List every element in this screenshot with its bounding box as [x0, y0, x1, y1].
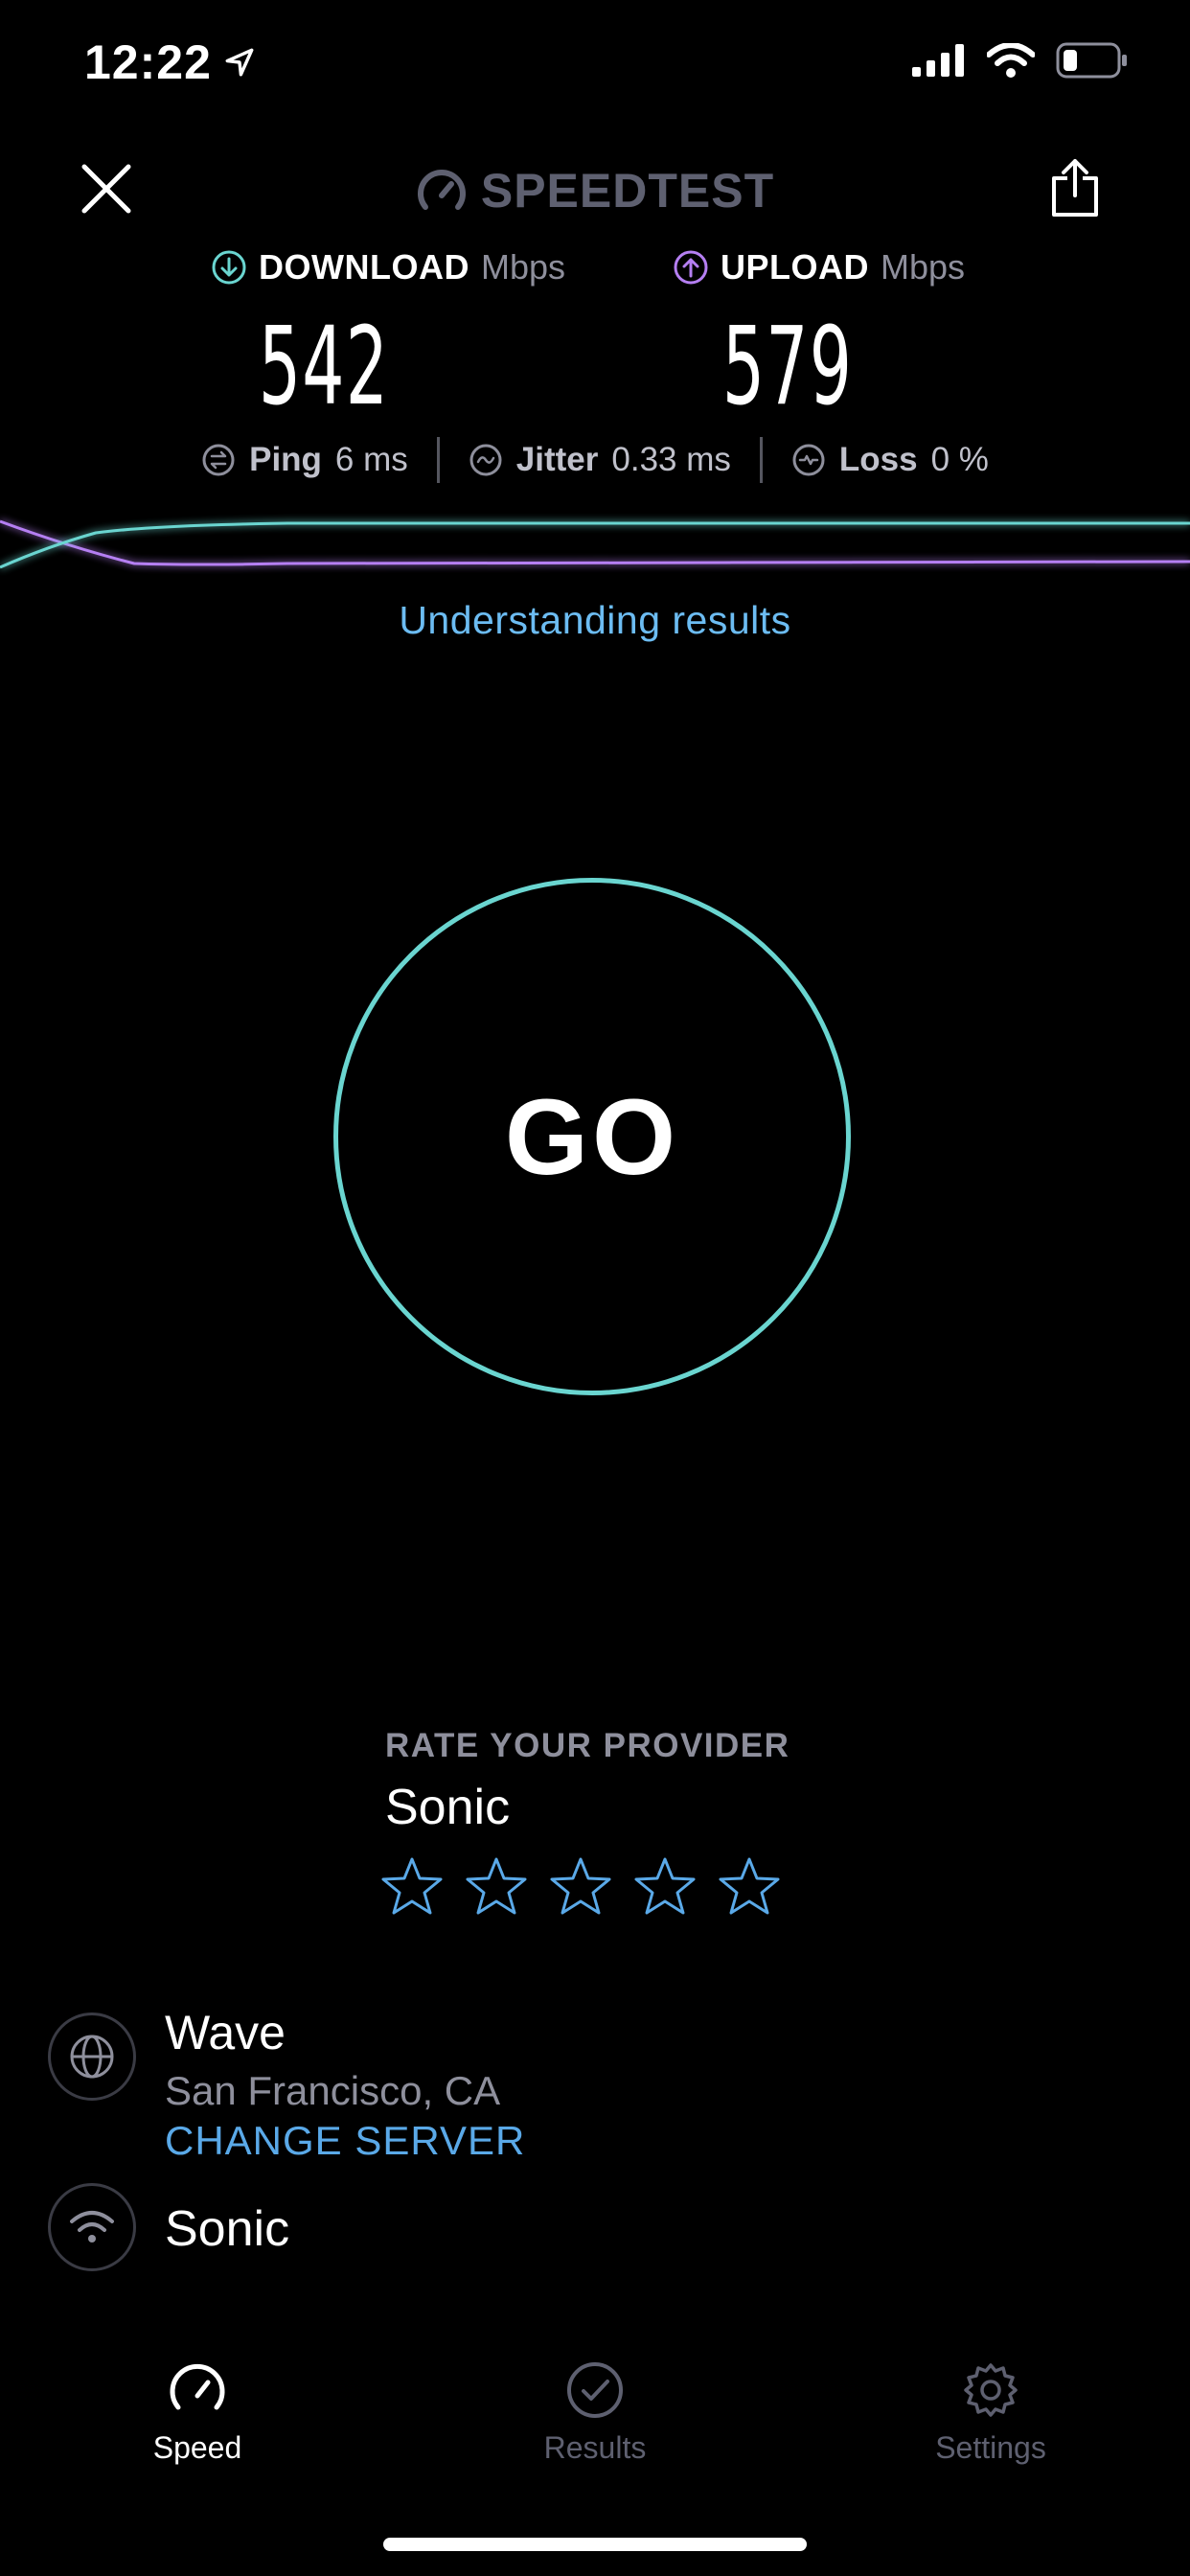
- jitter-icon: [469, 444, 502, 476]
- upload-graph-line: [0, 519, 1190, 566]
- ping-label: Ping: [249, 441, 322, 478]
- star-icon[interactable]: [466, 1855, 527, 1917]
- wifi-icon: [987, 43, 1035, 78]
- ping-stat: Ping 6 ms: [201, 441, 408, 479]
- loss-value: 0 %: [930, 441, 989, 478]
- server-name: Wave: [165, 2006, 286, 2059]
- upload-label: UPLOAD: [721, 247, 869, 287]
- status-time: 12:22: [84, 34, 256, 90]
- change-server-link[interactable]: CHANGE SERVER: [165, 2118, 525, 2164]
- ping-value: 6 ms: [334, 441, 408, 478]
- isp-name: Sonic: [165, 2201, 290, 2257]
- server-globe-badge: [48, 2012, 136, 2101]
- stats-divider: [759, 437, 763, 483]
- share-button[interactable]: [1048, 157, 1102, 218]
- stats-row: Ping 6 ms Jitter 0.33 ms Loss 0 %: [0, 437, 1190, 483]
- tab-results[interactable]: Results: [480, 2359, 710, 2466]
- go-label: GO: [504, 1076, 680, 1197]
- upload-header: UPLOAD Mbps: [673, 247, 965, 288]
- rate-provider-name: Sonic: [385, 1780, 511, 1835]
- checkmark-circle-icon: [567, 2362, 623, 2418]
- download-value: 542: [258, 305, 390, 429]
- wifi-icon: [70, 2211, 114, 2242]
- isp-wifi-badge: [48, 2183, 136, 2271]
- download-arrow-icon: [212, 250, 246, 285]
- tab-speed-label: Speed: [152, 2430, 242, 2465]
- speed-graph: [0, 519, 1190, 569]
- loss-icon: [792, 444, 825, 476]
- jitter-stat: Jitter 0.33 ms: [469, 441, 731, 479]
- tab-speed[interactable]: Speed: [82, 2359, 312, 2466]
- speedometer-logo-icon: [417, 170, 466, 210]
- stats-divider: [436, 437, 440, 483]
- tab-results-label: Results: [543, 2430, 647, 2465]
- star-icon[interactable]: [719, 1855, 780, 1917]
- download-label: DOWNLOAD: [259, 247, 469, 287]
- home-indicator[interactable]: [383, 2538, 807, 2551]
- tab-settings[interactable]: Settings: [876, 2359, 1106, 2466]
- loss-label: Loss: [838, 441, 918, 478]
- upload-arrow-icon: [674, 250, 708, 285]
- upload-unit: Mbps: [881, 247, 966, 287]
- status-time-label: 12:22: [84, 35, 212, 89]
- star-icon[interactable]: [381, 1855, 443, 1917]
- speedtest-logo: SPEEDTEST: [0, 163, 1190, 218]
- share-icon: [1052, 159, 1098, 217]
- jitter-label: Jitter: [515, 441, 599, 478]
- gear-icon: [964, 2363, 1018, 2417]
- speedometer-icon: [170, 2363, 225, 2410]
- brand-name: SPEEDTEST: [480, 164, 775, 218]
- ping-icon: [202, 444, 235, 476]
- understanding-results-link[interactable]: Understanding results: [0, 598, 1190, 643]
- download-unit: Mbps: [480, 247, 565, 287]
- star-icon[interactable]: [550, 1855, 611, 1917]
- star-icon[interactable]: [634, 1855, 696, 1917]
- server-location: San Francisco, CA: [165, 2068, 501, 2113]
- cellular-signal-icon: [912, 44, 964, 77]
- upload-value: 579: [721, 305, 854, 429]
- jitter-value: 0.33 ms: [611, 441, 731, 478]
- globe-icon: [70, 2035, 114, 2079]
- go-button[interactable]: GO: [333, 878, 851, 1395]
- tab-settings-label: Settings: [935, 2430, 1046, 2465]
- battery-icon: [1056, 42, 1127, 79]
- loss-stat: Loss 0 %: [791, 441, 989, 479]
- status-icons: [912, 42, 1129, 79]
- location-arrow-icon: [225, 48, 254, 77]
- rate-provider-title: RATE YOUR PROVIDER: [385, 1727, 790, 1764]
- download-header: DOWNLOAD Mbps: [211, 247, 565, 288]
- star-rating: [381, 1855, 780, 1917]
